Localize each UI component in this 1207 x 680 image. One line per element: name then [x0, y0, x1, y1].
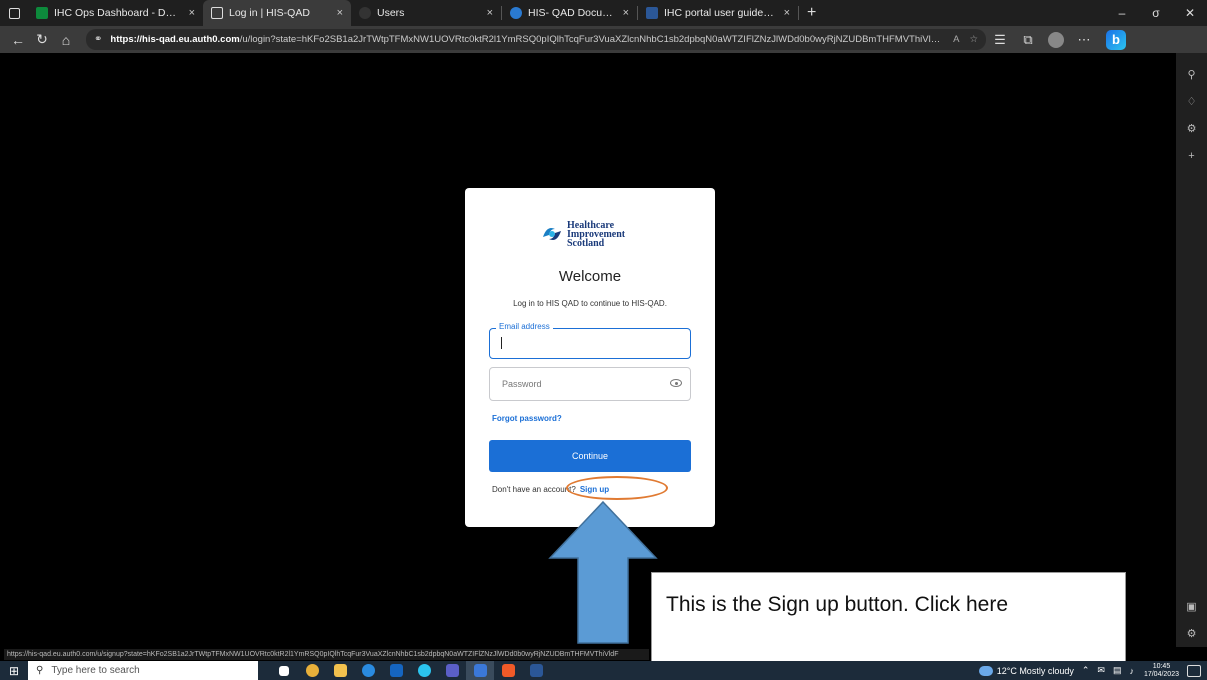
restore-icon[interactable]: σ — [1139, 0, 1173, 26]
tab-ihc-ops-dashboard[interactable]: IHC Ops Dashboard - Dynamics × — [28, 0, 203, 26]
window-controls: – σ ✕ — [1105, 0, 1207, 26]
show-password-icon[interactable] — [670, 379, 682, 387]
search-icon: ⚲ — [36, 665, 44, 676]
text-caret — [501, 337, 502, 349]
split-screen-icon[interactable]: ▣ — [1186, 593, 1196, 620]
login-card: Healthcare Improvement Scotland Welcome … — [465, 188, 715, 527]
clock-time: 10:45 — [1152, 662, 1171, 670]
close-tab-icon[interactable]: × — [776, 7, 790, 19]
profile-icon[interactable] — [1048, 31, 1064, 48]
bing-icon[interactable]: b — [1106, 29, 1126, 50]
page-title: Welcome — [558, 268, 622, 285]
close-tab-icon[interactable]: × — [615, 7, 629, 19]
highlight-oval — [566, 476, 668, 500]
logo-text: Healthcare Improvement Scotland — [567, 220, 625, 249]
continue-button[interactable]: Continue — [489, 440, 691, 472]
email-field[interactable]: Email address — [489, 322, 691, 359]
read-aloud-icon[interactable]: A — [953, 34, 959, 45]
tab-users[interactable]: Users × — [351, 0, 501, 26]
login-subtitle: Log in to HIS QAD to continue to HIS-QAD… — [513, 299, 667, 308]
tab-title: Users — [377, 7, 405, 19]
tab-title: IHC portal user guide.docx — [664, 7, 776, 19]
back-icon[interactable]: ← — [6, 32, 30, 48]
forgot-password-link[interactable]: Forgot password? — [492, 414, 562, 423]
mail-icon[interactable]: ✉ — [1097, 665, 1105, 676]
clock-date: 17/04/2023 — [1143, 670, 1179, 678]
password-field[interactable]: Password — [489, 367, 691, 401]
url-host: https://his-qad.eu.auth0.com — [110, 34, 240, 45]
close-window-icon[interactable]: ✕ — [1173, 0, 1207, 26]
close-tab-icon[interactable]: × — [329, 7, 343, 19]
task-view-icon[interactable] — [270, 661, 298, 680]
browser-tab-strip: IHC Ops Dashboard - Dynamics × Log in | … — [0, 0, 1207, 26]
tab-title: HIS- QAD Documents - CRM Hel — [528, 7, 615, 19]
tab-his-qad-documents[interactable]: HIS- QAD Documents - CRM Hel × — [502, 0, 637, 26]
tab-actions-icon[interactable] — [0, 0, 28, 26]
system-tray: 12°C Mostly cloudy ⌃ ✉ ▤ ♪ 10:45 17/04/2… — [978, 663, 1207, 679]
word-icon[interactable] — [522, 661, 550, 680]
tab-ihc-portal-user-guide[interactable]: IHC portal user guide.docx × — [638, 0, 798, 26]
search-icon[interactable]: ⚲ — [1187, 61, 1195, 88]
lock-icon[interactable]: ⚭ — [94, 34, 102, 45]
cloud-icon — [978, 665, 993, 676]
settings-icon[interactable]: ⚙ — [1187, 620, 1197, 647]
chevron-up-icon[interactable]: ⌃ — [1082, 665, 1090, 676]
his-logo-icon — [543, 228, 561, 240]
taskbar-apps — [270, 661, 550, 680]
url-input[interactable]: ⚭ https://his-qad.eu.auth0.com/u/login?s… — [86, 29, 986, 50]
add-favorite-icon[interactable]: ☆ — [969, 34, 978, 45]
new-tab-button[interactable]: + — [799, 4, 824, 22]
close-tab-icon[interactable]: × — [181, 7, 195, 19]
close-tab-icon[interactable]: × — [479, 7, 493, 19]
outlook-active-icon[interactable] — [466, 661, 494, 680]
dynamics-icon — [36, 7, 48, 19]
loading-icon — [359, 7, 371, 19]
outlook-icon[interactable] — [382, 661, 410, 680]
tab-title: IHC Ops Dashboard - Dynamics — [54, 7, 181, 19]
collections-icon[interactable]: ⧉ — [1014, 32, 1042, 48]
network-icon[interactable]: ▤ — [1113, 665, 1122, 676]
refresh-icon[interactable]: ↻ — [30, 31, 54, 48]
add-icon[interactable]: + — [1188, 142, 1194, 169]
instruction-callout: This is the Sign up button. Click here — [651, 572, 1126, 667]
word-doc-icon — [646, 7, 658, 19]
windows-start-icon[interactable]: ⊞ — [0, 664, 28, 678]
chrome-icon[interactable] — [298, 661, 326, 680]
tab-title: Log in | HIS-QAD — [229, 7, 310, 19]
tab-log-in-his-qad[interactable]: Log in | HIS-QAD × — [203, 0, 351, 26]
taskbar-search[interactable]: ⚲ Type here to search — [28, 661, 258, 680]
email-label: Email address — [496, 322, 553, 331]
brave-icon[interactable] — [494, 661, 522, 680]
password-placeholder: Password — [502, 379, 542, 389]
up-arrow-annotation — [548, 500, 658, 644]
url-text: https://his-qad.eu.auth0.com/u/login?sta… — [110, 34, 943, 45]
favorites-icon[interactable]: ☰ — [986, 32, 1014, 48]
no-account-text: Don't have an account? — [492, 485, 576, 494]
home-icon[interactable]: ⌂ — [54, 32, 78, 48]
address-bar-row: ← ↻ ⌂ ⚭ https://his-qad.eu.auth0.com/u/l… — [0, 26, 1207, 53]
page-icon — [211, 7, 223, 19]
url-path: /u/login?state=hKFo2SB1a2JrTWtpTFMxNW1UO… — [239, 34, 943, 45]
internet-explorer-icon[interactable] — [354, 661, 382, 680]
teams-icon[interactable] — [438, 661, 466, 680]
edge-icon[interactable] — [410, 661, 438, 680]
weather-text[interactable]: 12°C Mostly cloudy — [997, 666, 1074, 676]
file-explorer-icon[interactable] — [326, 661, 354, 680]
windows-taskbar: ⊞ ⚲ Type here to search 12°C Mostly clou… — [0, 661, 1207, 680]
tools-icon[interactable]: ⚙ — [1187, 115, 1197, 142]
edge-sidebar: ⚲ ♢ ⚙ + ▣ ⚙ — [1176, 53, 1207, 647]
notifications-icon[interactable] — [1187, 664, 1201, 677]
logo-line3: Scotland — [567, 237, 605, 249]
his-logo: Healthcare Improvement Scotland — [541, 218, 641, 250]
minimize-icon[interactable]: – — [1105, 0, 1139, 26]
more-icon[interactable]: ⋯ — [1070, 32, 1098, 48]
crm-help-icon — [510, 7, 522, 19]
volume-icon[interactable]: ♪ — [1129, 666, 1134, 676]
shopping-icon[interactable]: ♢ — [1187, 88, 1197, 115]
clock[interactable]: 10:45 17/04/2023 — [1144, 663, 1179, 679]
search-placeholder: Type here to search — [51, 665, 140, 676]
status-url: https://his-qad.eu.auth0.com/u/signup?st… — [4, 649, 649, 660]
